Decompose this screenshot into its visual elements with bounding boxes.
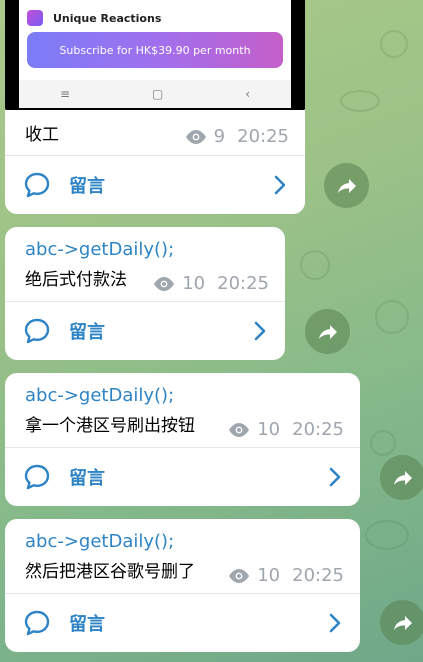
- comment-row[interactable]: 留言: [5, 156, 305, 214]
- chevron-right-icon: [274, 175, 286, 195]
- view-count: 10: [182, 273, 206, 294]
- comment-label: 留言: [69, 176, 105, 197]
- eye-icon: [154, 276, 175, 291]
- share-arrow-icon: [337, 178, 356, 193]
- comment-bubble-icon: [24, 318, 50, 344]
- message-bubble: abc->getDaily(); 绝后式付款法 10 20:25 留言: [5, 227, 285, 360]
- message-text: 收工: [25, 125, 59, 145]
- view-count: 10: [257, 565, 281, 586]
- message-time: 20:25: [292, 419, 344, 440]
- message-meta: 10 20:25: [227, 565, 344, 586]
- message-bubble: abc->getDaily(); 拿一个港区号刷出按钮 10 20:25 留言: [5, 373, 360, 506]
- message-meta: 10 20:25: [152, 273, 269, 294]
- home-icon: ▢: [151, 87, 164, 101]
- message-bubble: 收工 9 20:25 留言: [5, 110, 305, 214]
- share-button[interactable]: [380, 600, 423, 645]
- app-icon: [27, 10, 43, 26]
- share-arrow-icon: [318, 324, 337, 339]
- message-time: 20:25: [237, 126, 289, 147]
- comment-label: 留言: [69, 468, 105, 489]
- message-time: 20:25: [217, 273, 269, 294]
- android-nav-bar: ≡ ▢ ‹: [19, 80, 291, 108]
- chevron-right-icon: [329, 613, 341, 633]
- comment-bubble-icon: [24, 464, 50, 490]
- sender-name[interactable]: abc->getDaily();: [25, 239, 174, 260]
- message-text: 然后把港区谷歌号删了: [25, 562, 195, 582]
- message-meta: 10 20:25: [227, 419, 344, 440]
- share-button[interactable]: [380, 455, 423, 500]
- view-count: 9: [213, 126, 226, 147]
- share-arrow-icon: [393, 615, 412, 630]
- app-name: Unique Reactions: [53, 11, 162, 25]
- menu-icon: ≡: [59, 87, 71, 101]
- comment-bubble-icon: [24, 172, 50, 198]
- eye-icon: [229, 422, 250, 437]
- comment-row[interactable]: 留言: [5, 448, 360, 506]
- comment-label: 留言: [69, 322, 105, 343]
- back-icon: ‹: [245, 87, 251, 101]
- message-text: 拿一个港区号刷出按钮: [25, 416, 195, 436]
- comment-label: 留言: [69, 614, 105, 635]
- app-row: Unique Reactions: [27, 10, 161, 26]
- share-arrow-icon: [393, 470, 412, 485]
- sender-name[interactable]: abc->getDaily();: [25, 531, 174, 552]
- sender-name[interactable]: abc->getDaily();: [25, 385, 174, 406]
- message-meta: 9 20:25: [184, 126, 289, 147]
- eye-icon: [229, 568, 250, 583]
- message-time: 20:25: [292, 565, 344, 586]
- comment-row[interactable]: 留言: [5, 594, 360, 652]
- embedded-screenshot[interactable]: Unique Reactions Subscribe for HK$39.90 …: [5, 0, 305, 110]
- chevron-right-icon: [254, 321, 266, 341]
- chevron-right-icon: [329, 467, 341, 487]
- view-count: 10: [257, 419, 281, 440]
- share-button[interactable]: [324, 163, 369, 208]
- comment-row[interactable]: 留言: [5, 302, 285, 360]
- share-button[interactable]: [305, 309, 350, 354]
- subscribe-button: Subscribe for HK$39.90 per month: [27, 32, 283, 68]
- message-text: 绝后式付款法: [25, 270, 127, 290]
- eye-icon: [185, 129, 206, 144]
- message-bubble: abc->getDaily(); 然后把港区谷歌号删了 10 20:25 留言: [5, 519, 360, 652]
- comment-bubble-icon: [24, 610, 50, 636]
